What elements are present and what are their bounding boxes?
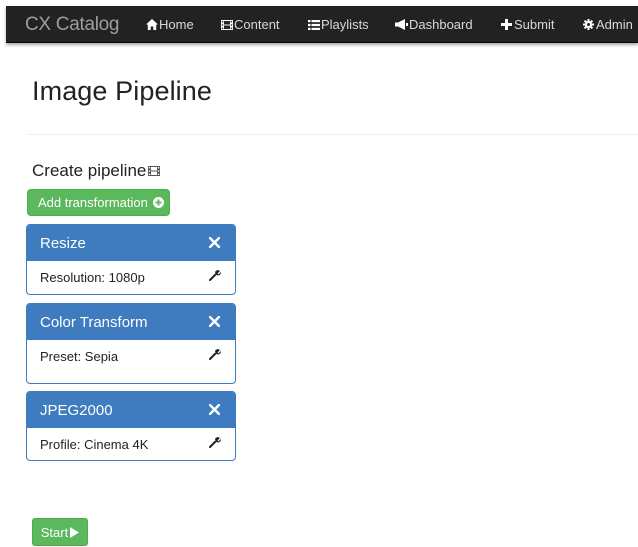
nav-item-submit[interactable]: Submit [500, 17, 554, 32]
nav-item-label: Playlists [321, 17, 369, 32]
pipeline-step-name: JPEG2000 [40, 401, 113, 419]
add-transformation-label: Add transformation [38, 195, 148, 210]
pipeline-step-header: Color Transform [27, 304, 235, 340]
pipeline-step-header: JPEG2000 [27, 392, 235, 428]
home-icon [145, 18, 158, 31]
plus-icon [500, 18, 513, 31]
pipeline-step-header: Resize [27, 225, 235, 261]
nav-item-label: Admin [596, 17, 633, 32]
pipeline-step-body: Preset: Sepia [27, 340, 235, 364]
nav-item-label: Dashboard [409, 17, 473, 32]
list-icon [307, 18, 320, 31]
pipeline-step-setting: Profile: Cinema 4K [40, 437, 149, 452]
wrench-icon[interactable] [209, 269, 221, 281]
nav-item-playlists[interactable]: Playlists [307, 17, 369, 32]
wrench-icon[interactable] [209, 348, 221, 360]
play-icon [70, 526, 80, 538]
nav-item-home[interactable]: Home [145, 17, 194, 32]
plus-circle-icon [152, 197, 164, 208]
close-icon[interactable] [208, 236, 221, 249]
pipeline-step-body: Resolution: 1080p [27, 261, 235, 285]
film-icon [148, 166, 161, 176]
bullhorn-icon [395, 18, 408, 31]
page-title: Image Pipeline [32, 76, 213, 106]
pipeline-step-setting: Preset: Sepia [40, 349, 119, 364]
pipeline-step-setting: Resolution: 1080p [40, 270, 145, 285]
pipeline-step-resize: Resize Resolution: 1080p [26, 224, 236, 295]
close-icon[interactable] [208, 403, 221, 416]
nav-item-label: Home [159, 17, 194, 32]
close-icon[interactable] [208, 315, 221, 328]
film-icon [220, 18, 233, 31]
section-title: Create pipeline [32, 161, 161, 181]
start-button-label: Start [40, 524, 69, 540]
cog-icon [582, 18, 595, 31]
pipeline-step-name: Resize [40, 234, 86, 252]
nav-item-label: Submit [514, 17, 555, 32]
add-transformation-button[interactable]: Add transformation [27, 189, 170, 216]
section-title-label: Create pipeline [32, 161, 147, 180]
navbar: CX Catalog Home Content Playlists Dashbo… [6, 6, 638, 43]
header-divider [27, 134, 638, 135]
brand-logo[interactable]: CX Catalog [25, 14, 119, 36]
nav-item-dashboard[interactable]: Dashboard [395, 17, 473, 32]
pipeline-step-name: Color Transform [40, 313, 148, 331]
pipeline-step-color-transform: Color Transform Preset: Sepia [26, 303, 236, 384]
nav-item-content[interactable]: Content [220, 17, 280, 32]
nav-item-label: Content [234, 17, 280, 32]
nav-item-admin[interactable]: Admin [582, 17, 633, 32]
start-button[interactable]: Start [32, 518, 88, 546]
pipeline-step-body: Profile: Cinema 4K [27, 428, 235, 452]
pipeline-step-jpeg2000: JPEG2000 Profile: Cinema 4K [26, 391, 236, 461]
wrench-icon[interactable] [209, 436, 221, 448]
